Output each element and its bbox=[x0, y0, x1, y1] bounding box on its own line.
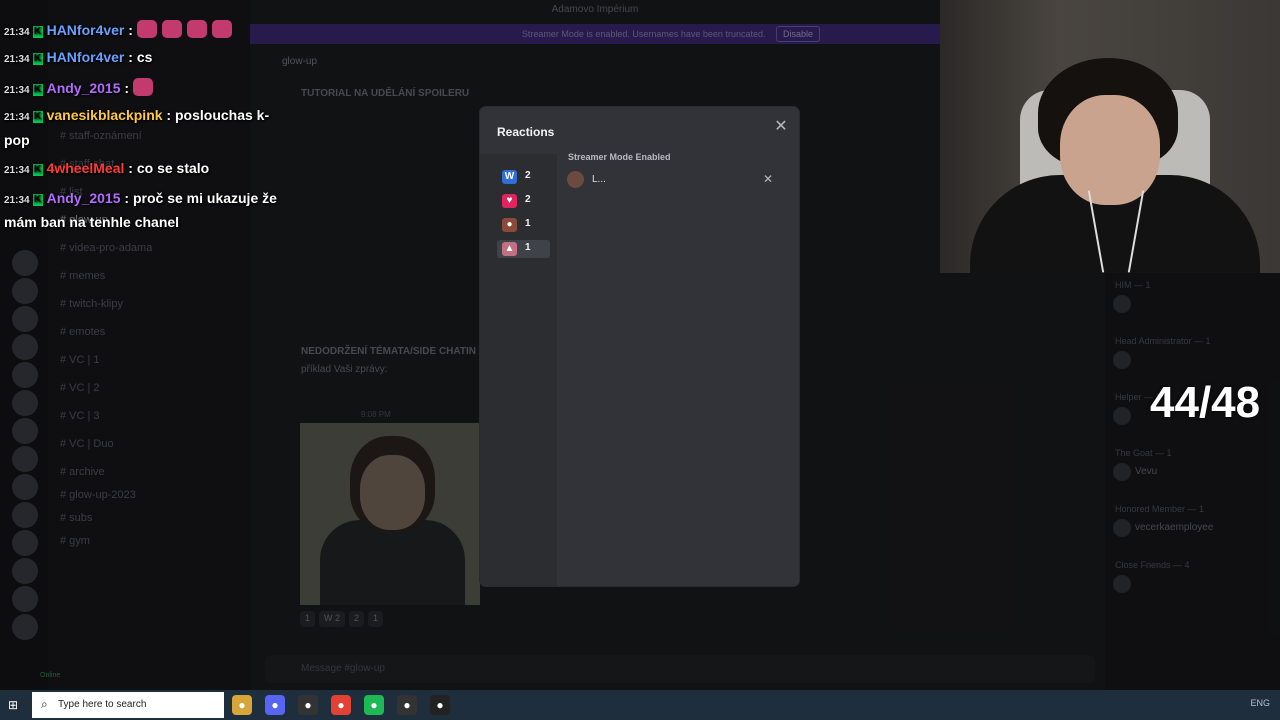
chat-text: mám ban na tenhle chanel bbox=[4, 214, 180, 230]
reaction-emoji-icon: ♥ bbox=[502, 194, 517, 208]
chat-username: HANfor4ver bbox=[46, 22, 125, 38]
chat-separator: : bbox=[120, 80, 133, 96]
chat-timestamp: 21:34 bbox=[4, 85, 30, 96]
chat-username: vanesikblackpink bbox=[46, 107, 163, 123]
modal-title: Reactions bbox=[497, 125, 555, 139]
reaction-filter-item[interactable]: ▲ 1 bbox=[497, 240, 550, 258]
remove-reaction-icon[interactable]: ✕ bbox=[763, 172, 773, 186]
reactions-modal: Reactions ✕ W 2 ♥ 2 ● 1 ▲ 1 Streamer Mode Enabl… bbox=[480, 107, 799, 586]
chat-timestamp: 21:34 bbox=[4, 54, 30, 65]
chat-separator: : bbox=[124, 49, 137, 65]
chat-username: Andy_2015 bbox=[46, 80, 121, 96]
kick-badge-icon: K bbox=[32, 164, 43, 176]
reaction-user-name: L... bbox=[592, 174, 606, 185]
chat-message: 21:34 K Andy_2015 : proč se mi ukazuje že bbox=[4, 190, 277, 206]
chat-message: 21:34 K 4wheelMeal : co se stalo bbox=[4, 160, 209, 176]
taskbar-search[interactable]: ⌕ Type here to search bbox=[32, 692, 224, 718]
chat-text: pop bbox=[4, 132, 30, 148]
chat-emote-icon bbox=[186, 20, 207, 38]
reaction-emoji-icon: ● bbox=[502, 218, 517, 232]
chat-timestamp: 21:34 bbox=[4, 112, 30, 123]
chat-message: 21:34 K HANfor4ver : cs bbox=[4, 49, 152, 65]
kick-badge-icon: K bbox=[32, 111, 43, 123]
chrome-icon[interactable]: ● bbox=[331, 695, 351, 715]
chat-text: poslouchas k- bbox=[174, 107, 270, 123]
kick-badge-icon: K bbox=[32, 84, 43, 96]
chat-separator: : bbox=[124, 22, 137, 38]
progress-counter: 44/48 bbox=[1150, 378, 1261, 427]
reaction-count: 1 bbox=[525, 242, 531, 253]
reaction-emoji-icon: ▲ bbox=[502, 242, 517, 256]
kick-badge-icon: K bbox=[32, 194, 43, 206]
system-tray: ENG bbox=[1250, 698, 1270, 708]
chat-message: 21:34 K Andy_2015 : bbox=[4, 78, 158, 96]
streamlabs-icon[interactable]: ● bbox=[430, 695, 450, 715]
reaction-user-row: L... ✕ bbox=[560, 169, 785, 191]
chat-separator: : bbox=[124, 160, 137, 176]
chat-timestamp: 21:34 bbox=[4, 195, 30, 206]
file-explorer-icon[interactable]: ● bbox=[232, 695, 252, 715]
chat-text: proč se mi ukazuje že bbox=[132, 190, 277, 206]
chat-emote-icon bbox=[161, 20, 182, 38]
obs-alt-icon[interactable]: ● bbox=[397, 695, 417, 715]
windows-start-icon[interactable]: ⊞ bbox=[8, 698, 22, 712]
reaction-filter-item[interactable]: W2 bbox=[497, 168, 550, 186]
close-icon[interactable]: ✕ bbox=[772, 118, 790, 136]
chat-username: HANfor4ver bbox=[46, 49, 125, 65]
chat-timestamp: 21:34 bbox=[4, 27, 30, 38]
reaction-filter-item[interactable]: ● 1 bbox=[497, 216, 550, 234]
chat-emote-icon bbox=[136, 20, 157, 38]
chat-username: 4wheelMeal bbox=[46, 160, 125, 176]
reaction-emoji-icon: W bbox=[502, 170, 517, 184]
chat-message: 21:34 Kvanesikblackpink : poslouchas k- bbox=[4, 107, 269, 123]
chat-message: 21:34 K HANfor4ver : bbox=[4, 20, 237, 38]
chat-separator: : bbox=[162, 107, 175, 123]
search-placeholder: Type here to search bbox=[58, 699, 147, 710]
chat-emote-icon bbox=[211, 20, 232, 38]
kick-badge-icon: K bbox=[32, 26, 43, 38]
chat-message: mám ban na tenhle chanel bbox=[4, 214, 179, 230]
chat-text: co se stalo bbox=[136, 160, 210, 176]
avatar bbox=[567, 171, 584, 188]
chat-timestamp: 21:34 bbox=[4, 165, 30, 176]
spotify-icon[interactable]: ● bbox=[364, 695, 384, 715]
reaction-count: 2 bbox=[525, 170, 531, 181]
chat-separator: : bbox=[120, 190, 133, 206]
kick-badge-icon: K bbox=[32, 53, 43, 65]
taskbar: ⊞ ⌕ Type here to search ● ● ● ● ● ● ● ENG bbox=[0, 690, 1280, 720]
chat-message: pop bbox=[4, 132, 30, 148]
streamer-face bbox=[1060, 95, 1160, 205]
chat-text: cs bbox=[136, 49, 153, 65]
webcam-feed bbox=[940, 0, 1280, 273]
obs-icon[interactable]: ● bbox=[298, 695, 318, 715]
discord-icon[interactable]: ● bbox=[265, 695, 285, 715]
search-icon: ⌕ bbox=[41, 697, 48, 711]
chat-username: Andy_2015 bbox=[46, 190, 121, 206]
reaction-count: 2 bbox=[525, 194, 531, 205]
reaction-count: 1 bbox=[525, 218, 531, 229]
chat-emote-icon bbox=[132, 78, 153, 96]
reaction-filter-item[interactable]: ♥ 2 bbox=[497, 192, 550, 210]
twitch-chat-overlay: 21:34 K HANfor4ver : 21:34 K HANfor4ver : cs… bbox=[0, 0, 305, 240]
streamer-mode-note: Streamer Mode Enabled bbox=[568, 152, 671, 162]
